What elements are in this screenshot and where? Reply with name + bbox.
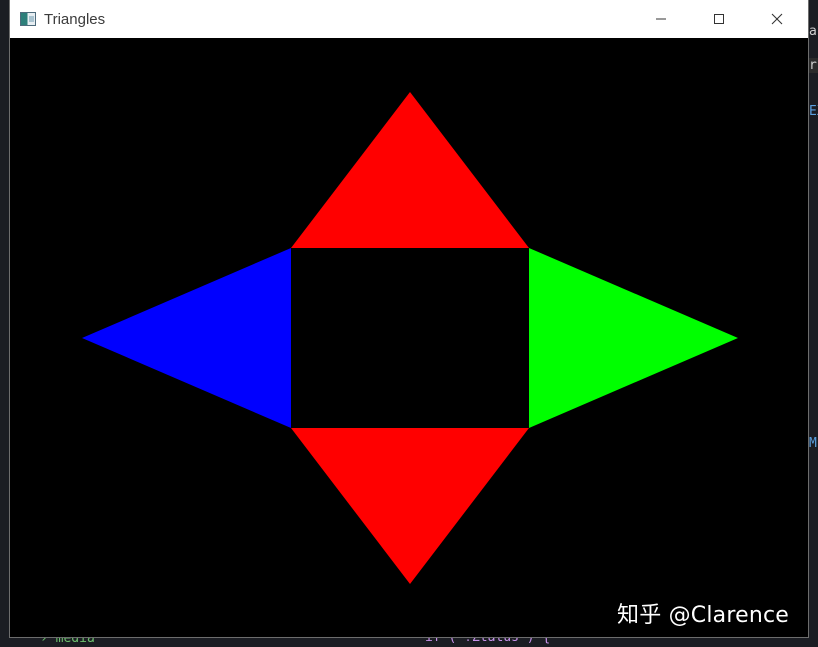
render-canvas[interactable]	[10, 38, 808, 637]
window-title: Triangles	[44, 10, 106, 28]
window-titlebar[interactable]: Triangles	[10, 0, 808, 38]
watermark-text: 知乎 @Clarence	[617, 603, 790, 628]
triangles-window: Triangles	[9, 0, 809, 638]
app-window-icon[interactable]	[20, 12, 36, 26]
maximize-icon	[714, 14, 724, 24]
close-icon	[771, 13, 783, 25]
triangles-scene	[10, 38, 808, 637]
background-editor-fragment: EX	[809, 104, 818, 119]
maximize-button[interactable]	[690, 0, 748, 38]
background-editor-fragment: ri	[809, 58, 818, 73]
close-button[interactable]	[748, 0, 806, 38]
minimize-button[interactable]	[632, 0, 690, 38]
background-editor-fragment: ME	[809, 436, 818, 451]
background-editor-fragment: a	[809, 24, 817, 39]
minimize-icon	[656, 18, 666, 20]
